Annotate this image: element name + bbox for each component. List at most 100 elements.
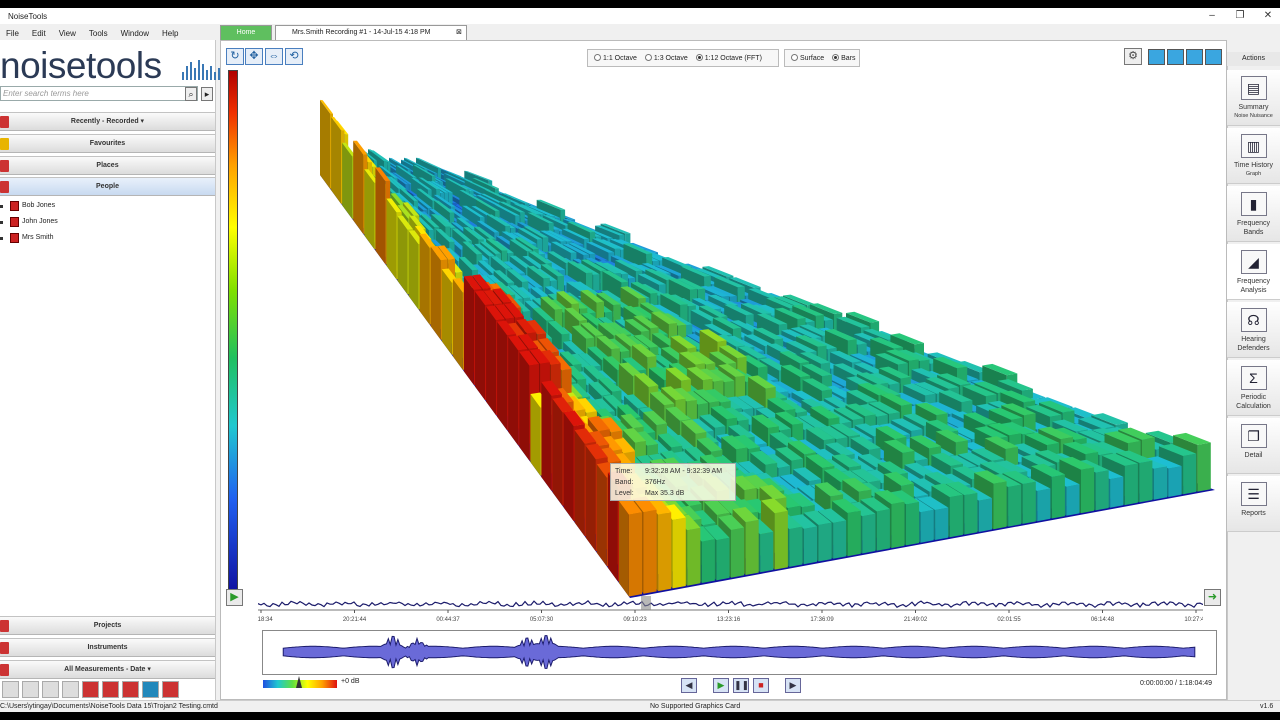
person-icon [0, 181, 9, 193]
timeline-tick-label: 17:36:09 [810, 617, 834, 623]
search-input[interactable]: Enter search terms here [0, 86, 198, 101]
view-cube-1-icon[interactable] [1148, 49, 1165, 65]
bar-face [386, 199, 396, 280]
bar-face [519, 352, 529, 461]
search-go-button[interactable]: ▸ [201, 87, 213, 101]
bar-face [862, 514, 875, 554]
tab-home[interactable]: Home [220, 25, 272, 40]
next-button[interactable]: ▶ [785, 678, 801, 693]
bar-face [1037, 489, 1050, 522]
detail-icon: ❐ [1241, 424, 1267, 448]
reset-view-icon[interactable]: ⟲ [285, 48, 303, 65]
menu-bar: File Edit View Tools Window Help [0, 26, 218, 40]
action-summary[interactable]: ▤ Summary Noise Nuisance [1227, 70, 1280, 126]
menu-file[interactable]: File [6, 29, 19, 38]
octave-1-3-radio[interactable]: 1:3 Octave [645, 54, 688, 62]
play-control-button[interactable]: ▶ [713, 678, 729, 693]
zoom-range-icon[interactable]: ⇔ [265, 48, 283, 65]
bar-face [1125, 464, 1138, 506]
bar-face [1066, 484, 1079, 516]
timeline-cursor[interactable] [641, 596, 651, 610]
bar-face [731, 528, 744, 578]
menu-view[interactable]: View [59, 29, 76, 38]
nav-instruments[interactable]: Instruments [0, 638, 215, 657]
previous-button[interactable]: ◀ [681, 678, 697, 693]
nav-projects[interactable]: Projects [0, 616, 215, 635]
close-tab-icon[interactable]: ⊠ [456, 26, 462, 40]
bar-face [420, 234, 430, 325]
pan-icon[interactable]: ✥ [245, 48, 263, 65]
view-cube-3-icon[interactable] [1186, 49, 1203, 65]
color-scale-bar [228, 70, 238, 594]
minimize-button[interactable]: – [1200, 10, 1224, 22]
menu-window[interactable]: Window [121, 29, 149, 38]
nav-places[interactable]: Places [0, 156, 215, 175]
menu-edit[interactable]: Edit [32, 29, 46, 38]
action-hearing-defenders[interactable]: ☊ Hearing Defenders [1227, 302, 1280, 358]
nav-recently[interactable]: Recently - Recorded ▾ [0, 112, 215, 131]
folder-icon[interactable] [62, 681, 79, 698]
rotate-icon[interactable]: ↻ [226, 48, 244, 65]
timeline-tick-label: 20:21:44 [343, 617, 367, 623]
action-frequency-analysis[interactable]: ◢ Frequency Analysis [1227, 244, 1280, 300]
home-icon[interactable] [82, 681, 99, 698]
logo: noisetools [0, 44, 162, 88]
waveform-overview[interactable] [262, 630, 1217, 675]
report-icon[interactable] [122, 681, 139, 698]
surface-radio[interactable]: Surface [791, 54, 824, 62]
search-icon[interactable]: ⌕ [185, 87, 197, 101]
bar-face [1096, 470, 1109, 510]
timeline-strip[interactable]: 16:18:34 20:21:44 00:44:37 05:07:30 09:10:23… [258, 594, 1203, 624]
bar-face [644, 510, 657, 594]
octave-1-12-radio[interactable]: 1:12 Octave (FFT) [696, 54, 762, 62]
pause-button[interactable]: ❚❚ [733, 678, 749, 693]
nav-people[interactable]: People [0, 177, 215, 196]
new-icon[interactable] [2, 681, 19, 698]
tree-item-mrs-smith[interactable]: Mrs Smith [0, 231, 160, 245]
tab-recording[interactable]: Mrs.Smith Recording #1 - 14-Jul-15 4:18 … [275, 25, 467, 40]
bar-face [530, 394, 540, 476]
action-sigma[interactable]: Σ Periodic Calculation [1227, 360, 1280, 416]
menu-tools[interactable]: Tools [89, 29, 108, 38]
tree-item-john-jones[interactable]: John Jones [0, 215, 160, 229]
timeline-tick-label: 09:10:23 [623, 617, 647, 623]
bar-face [833, 521, 846, 559]
bar-face [935, 508, 948, 540]
frequency-3d-bar-plot[interactable] [240, 70, 1224, 600]
bar-face [398, 216, 408, 294]
timeline-tick-label: 10:27:41 [1184, 617, 1203, 623]
bar-face [320, 100, 330, 189]
menu-help[interactable]: Help [162, 29, 178, 38]
instrument-icon[interactable] [142, 681, 159, 698]
bar-face [1023, 482, 1036, 524]
bar-face [575, 430, 585, 536]
octave-1-1-radio[interactable]: 1:1 Octave [594, 54, 637, 62]
tree-item-bob-jones[interactable]: Bob Jones [0, 199, 160, 213]
view-cube-4-icon[interactable] [1205, 49, 1222, 65]
gear-icon[interactable]: ⚙ [1124, 48, 1142, 65]
bar-face [409, 231, 419, 310]
play-button[interactable]: ▶ [226, 589, 243, 606]
action-time-history[interactable]: ▥ Time History Graph [1227, 128, 1280, 184]
bar-face [486, 307, 496, 416]
file-path: C:\Users\ytingay\Documents\NoiseTools Da… [0, 701, 218, 712]
action-frequency-bands[interactable]: ▮ Frequency Bands [1227, 186, 1280, 242]
bar-face [1081, 467, 1094, 513]
close-button[interactable]: ✕ [1256, 10, 1280, 22]
hearing-defenders-icon: ☊ [1241, 308, 1267, 332]
bar-face [541, 382, 551, 491]
action-detail[interactable]: ❐ Detail [1227, 418, 1280, 474]
stop-button[interactable]: ■ [753, 678, 769, 693]
go-to-end-button[interactable]: ➜ [1204, 589, 1221, 606]
action-reports[interactable]: ☰ Reports [1227, 476, 1280, 532]
user-icon[interactable] [102, 681, 119, 698]
maximize-button[interactable]: ❐ [1228, 10, 1252, 22]
time-display: 0:00:00:00 / 1:18:04:49 [1140, 680, 1212, 687]
bar-face [1052, 474, 1065, 518]
copy-icon[interactable] [22, 681, 39, 698]
settings-icon[interactable] [162, 681, 179, 698]
view-cube-2-icon[interactable] [1167, 49, 1184, 65]
nav-favourites[interactable]: Favourites [0, 134, 215, 153]
open-icon[interactable] [42, 681, 59, 698]
bars-radio[interactable]: Bars [832, 54, 855, 62]
